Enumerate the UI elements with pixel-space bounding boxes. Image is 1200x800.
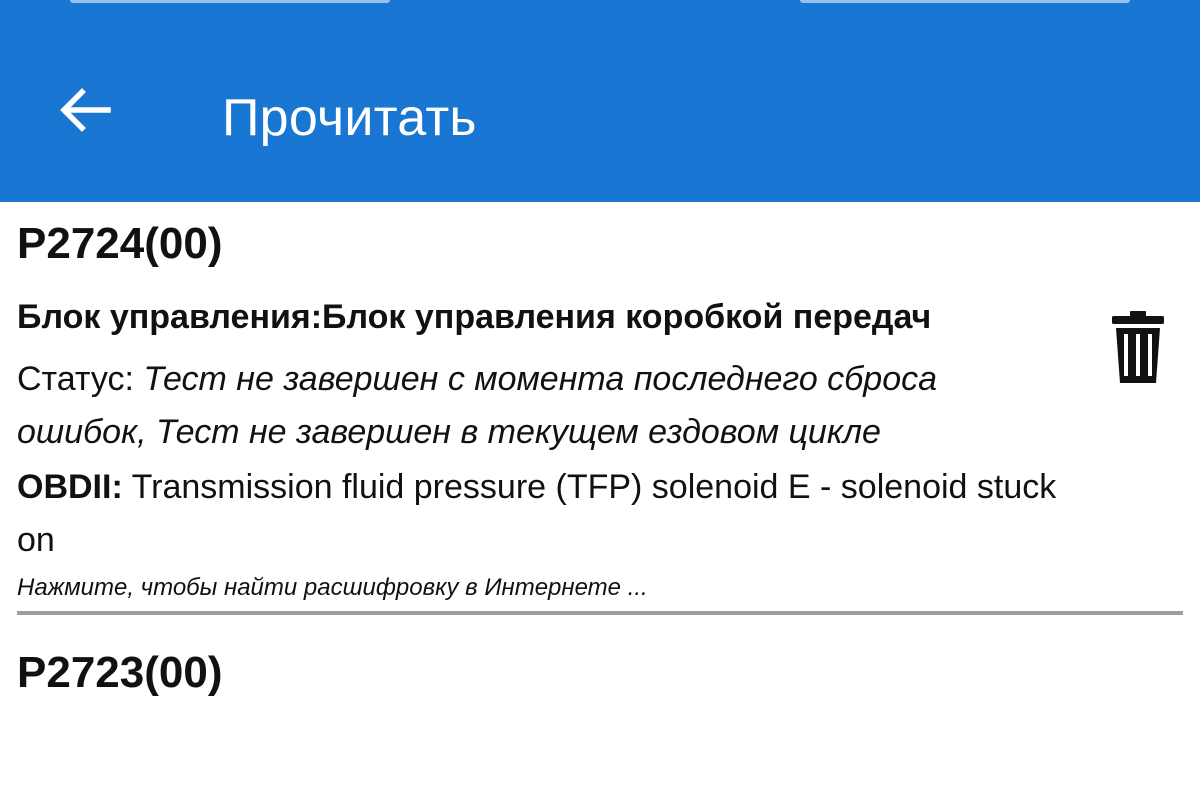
dtc-list: P2724(00) Блок управления:Блок управлени… — [0, 202, 1200, 800]
dtc-item[interactable]: P2723(00) — [0, 615, 1200, 701]
dtc-code: P2723(00) — [17, 648, 223, 697]
delete-button[interactable] — [1106, 307, 1170, 387]
status-bar — [0, 0, 1200, 18]
status-label: Статус: — [17, 360, 144, 398]
status-value: Тест не завершен с момента последнего сб… — [17, 360, 938, 451]
dtc-obd-description: OBDII: Transmission fluid pressure (TFP)… — [17, 461, 1077, 567]
page-title: Прочитать — [222, 89, 477, 147]
status-bar-indicators — [800, 0, 1130, 3]
back-button[interactable] — [50, 82, 120, 138]
dtc-status: Статус: Тест не завершен с момента после… — [17, 353, 1017, 459]
trash-icon — [1112, 311, 1164, 383]
dtc-module: Блок управления:Блок управления коробкой… — [17, 298, 932, 336]
app-toolbar: Прочитать — [0, 0, 1200, 202]
obd-text: Transmission fluid pressure (TFP) soleno… — [17, 468, 1057, 559]
status-bar-info — [70, 0, 390, 3]
dtc-item[interactable]: P2724(00) Блок управления:Блок управлени… — [0, 202, 1200, 615]
arrow-back-icon — [60, 88, 111, 132]
obd-label: OBDII: — [17, 468, 123, 506]
app-screen: Прочитать P2724(00) Блок управления:Блок… — [0, 0, 1200, 800]
search-online-link[interactable]: Нажмите, чтобы найти расшифровку в Интер… — [17, 573, 1200, 603]
dtc-code: P2724(00) — [17, 219, 223, 268]
